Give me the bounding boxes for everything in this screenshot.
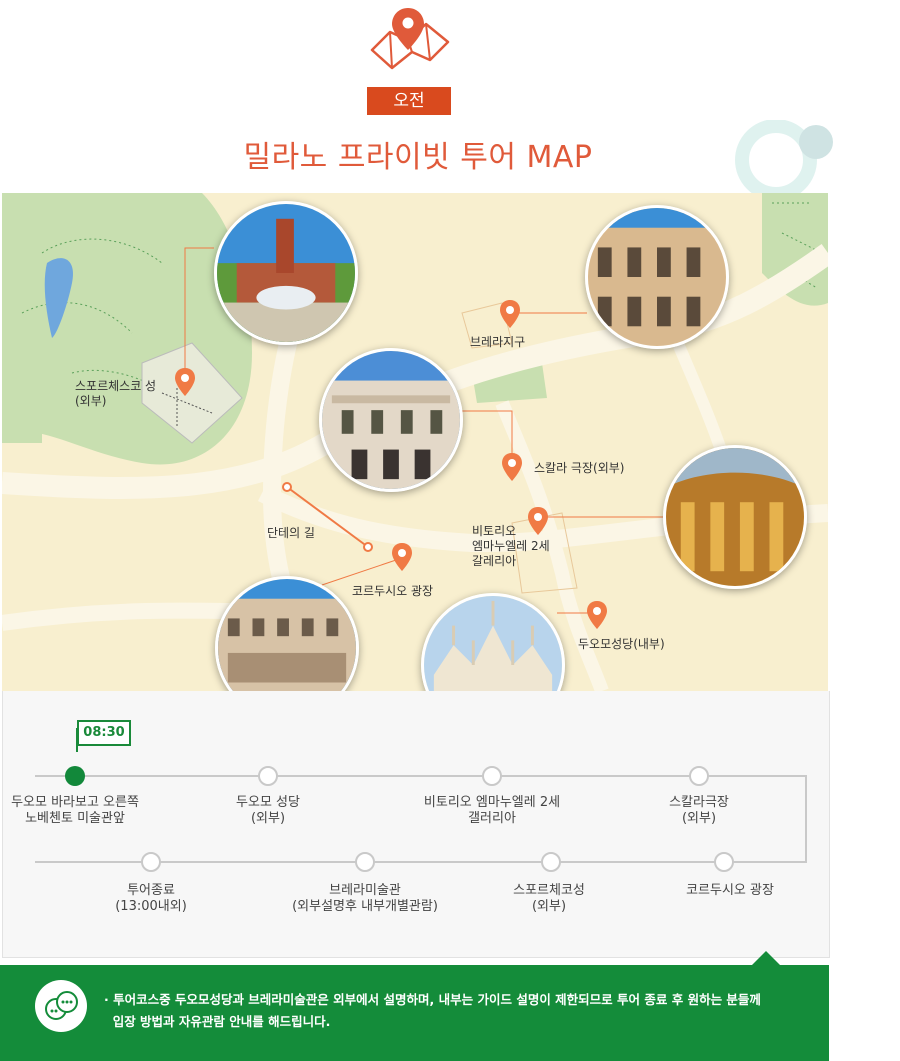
stop-label-8: 투어종료 (13:00내외) — [115, 883, 187, 914]
tour-map: 스포르체스코 성 (외부) 브레라지구 스칼라 극장(외부) 단테의 길 비토리… — [2, 193, 828, 691]
label-brera: 브레라지구 — [470, 335, 526, 349]
stop-marker-7 — [355, 852, 375, 872]
pin-duomo-icon[interactable] — [587, 601, 607, 629]
note-pointer — [752, 951, 780, 965]
photo-sforzesco-castle — [214, 201, 358, 345]
stop-label-3: 비토리오 엠마누엘레 2세 갤러리아 — [423, 795, 561, 826]
stop-label-1: 두오모 바라보고 오른쪽 노베첸토 미술관앞 — [11, 795, 139, 826]
tour-timeline: 08:30 두오모 바라보고 오른쪽 노베첸토 미술관앞 두오모 성당 (외부)… — [2, 691, 830, 958]
stop-label-2: 두오모 성당 (외부) — [236, 795, 300, 826]
morning-badge: 오전 — [367, 87, 451, 115]
stop-label-6: 스포르체코성 (외부) — [513, 883, 585, 914]
stop-marker-3 — [482, 766, 502, 786]
stop-marker-4 — [689, 766, 709, 786]
decorative-circles — [735, 120, 833, 200]
note-box: · 투어코스중 두오모성당과 브레라미술관은 외부에서 설명하며, 내부는 가이… — [0, 965, 829, 1061]
label-scala: 스칼라 극장(외부) — [534, 461, 625, 475]
chat-bubble-icon — [35, 980, 87, 1032]
stop-marker-8 — [141, 852, 161, 872]
page-title: 밀라노 프라이빗 투어 MAP — [243, 140, 593, 175]
photo-galleria — [663, 445, 807, 589]
stop-marker-6 — [541, 852, 561, 872]
map-pin-icon — [370, 8, 450, 70]
start-time-tag: 08:30 — [77, 720, 131, 746]
photo-la-scala — [319, 348, 463, 492]
label-sforzesco: 스포르체스코 성 (외부) — [75, 379, 157, 408]
photo-brera — [585, 205, 729, 349]
label-duomo: 두오모성당(내부) — [578, 637, 665, 651]
label-galleria: 비토리오 엠마누엘레 2세 갈레리아 — [472, 524, 550, 568]
label-cordusio: 코르두시오 광장 — [352, 584, 434, 598]
stop-marker-1 — [65, 766, 85, 786]
label-dante: 단테의 길 — [267, 526, 315, 540]
stop-marker-2 — [258, 766, 278, 786]
stop-label-7: 브레라미술관 (외부설명후 내부개별관람) — [292, 883, 438, 914]
stop-label-5: 코르두시오 광장 — [686, 883, 774, 898]
pin-sforzesco-icon[interactable] — [175, 368, 195, 396]
pin-brera-icon[interactable] — [500, 300, 520, 328]
stop-marker-5 — [714, 852, 734, 872]
note-text: · 투어코스중 두오모성당과 브레라미술관은 외부에서 설명하며, 내부는 가이… — [104, 992, 761, 1029]
stop-label-4: 스칼라극장 (외부) — [669, 795, 729, 826]
pin-cordusio-icon[interactable] — [392, 543, 412, 571]
pin-scala-icon[interactable] — [502, 453, 522, 481]
